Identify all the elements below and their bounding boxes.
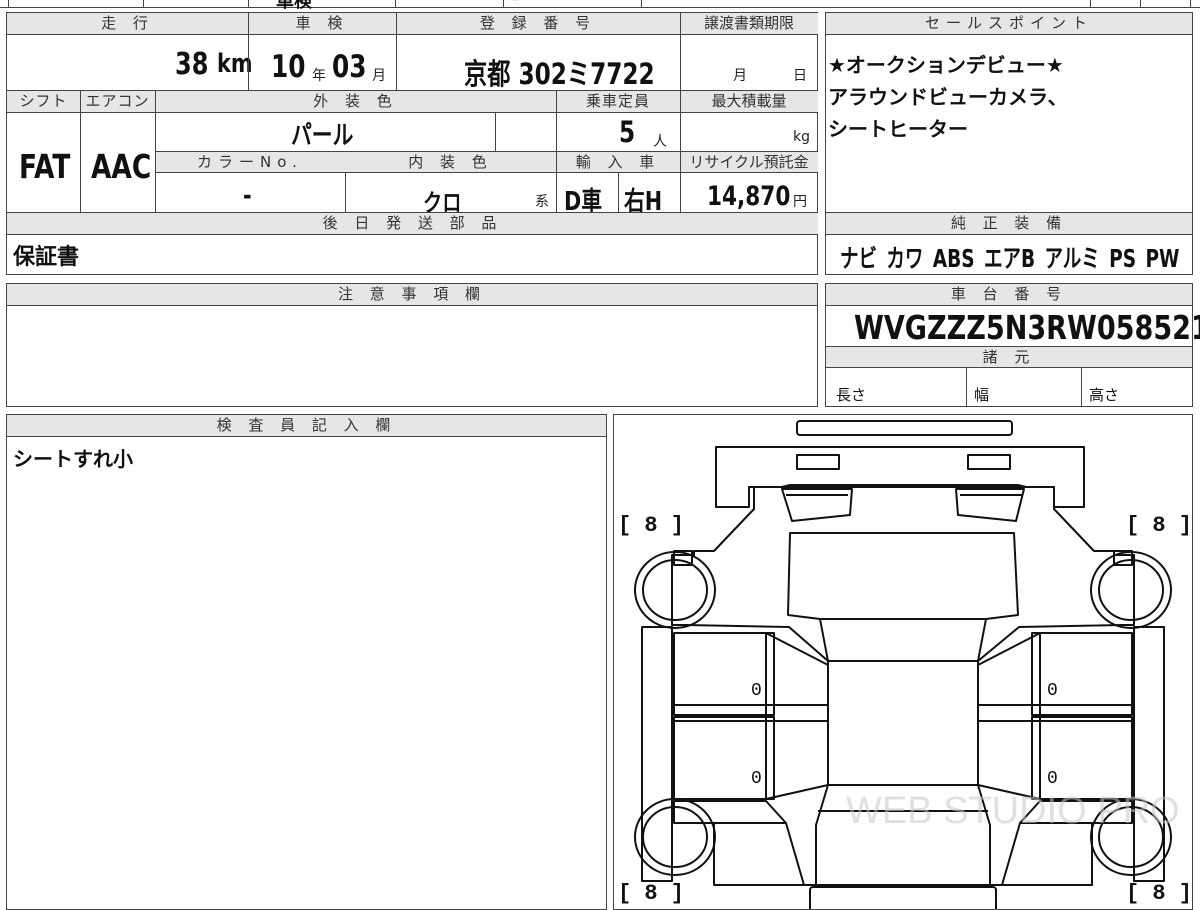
- tire-front-left: [ 8 ]: [618, 513, 684, 538]
- sales-points-box: セールスポイント ★オークションデビュー★ アラウンドビューカメラ、 シートヒー…: [825, 12, 1193, 275]
- aircon-value: AAC: [91, 147, 152, 186]
- registration-value: 京都 302ミ7722: [464, 57, 655, 91]
- shaken-month-value: 03: [332, 49, 367, 85]
- header-aircon: エアコン: [80, 91, 155, 113]
- tire-rear-right: [ 8 ]: [1126, 881, 1192, 906]
- sales-point-line-1: ★オークションデビュー★: [828, 53, 1064, 77]
- capacity-unit: 人: [653, 134, 667, 150]
- chassis-no-value: WVGZZZ5N3RW058521: [854, 308, 1200, 347]
- door-mark-rear-right: 0: [1047, 769, 1058, 789]
- door-mark-front-right: 0: [1047, 681, 1058, 701]
- max-load-unit: kg: [793, 129, 810, 145]
- header-recycle: リサイクル預託金: [680, 151, 818, 173]
- header-max-load: 最大積載量: [680, 91, 818, 113]
- header-genuine-equipment: 純 正 装 備: [826, 213, 1192, 235]
- top-strip-mark: 〃: [510, 0, 522, 6]
- diagram-watermark: WEB STUDIO PRO: [846, 790, 1180, 832]
- header-shaken: 車 検: [248, 13, 396, 35]
- header-specs: 諸 元: [826, 346, 1192, 368]
- header-sales-points: セールスポイント: [826, 13, 1192, 35]
- genuine-equipment-value: ナビ カワ ABS エアB アルミ PS PW: [840, 244, 1180, 273]
- spec-height-label: 高さ: [1089, 386, 1120, 404]
- spec-length-label: 長さ: [836, 386, 867, 404]
- header-color-no: カラーNo.: [155, 151, 345, 173]
- shaken-year-unit: 年: [312, 68, 326, 84]
- mileage-value: 38: [175, 47, 209, 82]
- header-interior-color: 内 装 色: [345, 151, 556, 173]
- header-exterior-color: 外 装 色: [155, 91, 556, 113]
- shaken-month-unit: 月: [372, 68, 386, 84]
- transfer-month-unit: 月: [733, 68, 747, 84]
- exterior-color-value: パール: [291, 121, 354, 151]
- capacity-value: 5: [619, 115, 636, 149]
- inspector-note: シートすれ小: [13, 447, 133, 471]
- header-transfer-deadline: 譲渡書類期限: [680, 13, 818, 35]
- header-notes: 注 意 事 項 欄: [7, 284, 817, 306]
- later-parts-value: 保証書: [13, 245, 80, 270]
- header-capacity: 乗車定員: [556, 91, 680, 113]
- car-diagram-box: WEB STUDIO PRO [ 8 ] [ 8 ] [ 8 ] [ 8 ] 0…: [613, 414, 1193, 910]
- top-strip: 車検 〃: [0, 0, 1200, 12]
- tire-rear-left: [ 8 ]: [618, 881, 684, 906]
- tire-front-right: [ 8 ]: [1126, 513, 1192, 538]
- chassis-box: 車 台 番 号 WVGZZZ5N3RW058521 諸 元 長さ 幅 高さ: [825, 283, 1200, 407]
- header-chassis-no: 車 台 番 号: [826, 284, 1192, 306]
- header-import: 輸 入 車: [556, 151, 680, 173]
- header-later-parts: 後 日 発 送 部 品: [7, 213, 818, 235]
- spec-width-label: 幅: [974, 386, 990, 404]
- inspector-box: 検 査 員 記 入 欄 シートすれ小: [6, 414, 607, 910]
- car-diagram: WEB STUDIO PRO [ 8 ] [ 8 ] [ 8 ] [ 8 ] 0…: [618, 420, 1192, 909]
- header-mileage: 走 行: [7, 13, 248, 35]
- interior-suffix: 系: [535, 194, 549, 210]
- door-mark-front-left: 0: [751, 681, 762, 701]
- main-info-grid: 走 行 車 検 登 録 番 号 譲渡書類期限 38 km 10 年 03 月 京…: [6, 12, 818, 275]
- transfer-day-unit: 日: [793, 68, 807, 84]
- door-mark-rear-left: 0: [751, 769, 762, 789]
- header-inspector: 検 査 員 記 入 欄: [7, 415, 606, 437]
- recycle-unit: 円: [793, 194, 807, 210]
- sales-point-line-2: アラウンドビューカメラ、: [828, 85, 1068, 109]
- color-no-value: -: [243, 181, 252, 211]
- header-shift: シフト: [7, 91, 80, 113]
- shift-value: FAT: [19, 147, 71, 186]
- header-registration: 登 録 番 号: [396, 13, 680, 35]
- shaken-year-value: 10: [271, 49, 306, 85]
- notes-box: 注 意 事 項 欄: [6, 283, 818, 407]
- recycle-value: 14,870: [707, 181, 791, 212]
- sales-point-line-3: シートヒーター: [828, 117, 968, 141]
